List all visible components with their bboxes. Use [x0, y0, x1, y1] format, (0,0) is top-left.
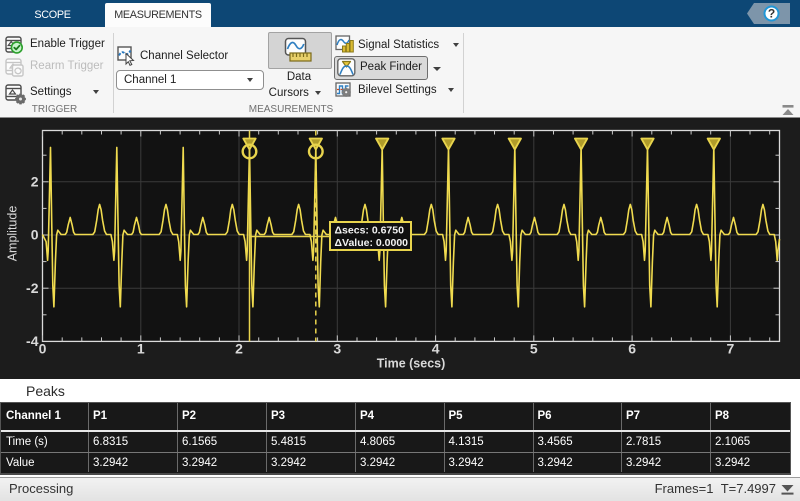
- svg-text:6: 6: [628, 341, 636, 357]
- svg-text:3: 3: [333, 341, 341, 357]
- svg-text:2: 2: [31, 174, 39, 190]
- svg-text:Amplitude: Amplitude: [6, 206, 20, 262]
- svg-text:7: 7: [727, 341, 735, 357]
- svg-text:0: 0: [39, 341, 47, 357]
- svg-text:5: 5: [530, 341, 538, 357]
- svg-text:0: 0: [31, 227, 39, 243]
- svg-text:ΔValue: 0.0000: ΔValue: 0.0000: [335, 237, 409, 249]
- svg-text:4: 4: [432, 341, 440, 357]
- svg-text:-2: -2: [26, 280, 39, 296]
- svg-text:-4: -4: [26, 333, 39, 349]
- svg-text:2: 2: [235, 341, 243, 357]
- svg-text:Δsecs: 0.6750: Δsecs: 0.6750: [335, 225, 405, 237]
- svg-text:1: 1: [137, 341, 145, 357]
- svg-text:Time (secs): Time (secs): [377, 357, 446, 371]
- svg-text:?: ?: [768, 7, 775, 21]
